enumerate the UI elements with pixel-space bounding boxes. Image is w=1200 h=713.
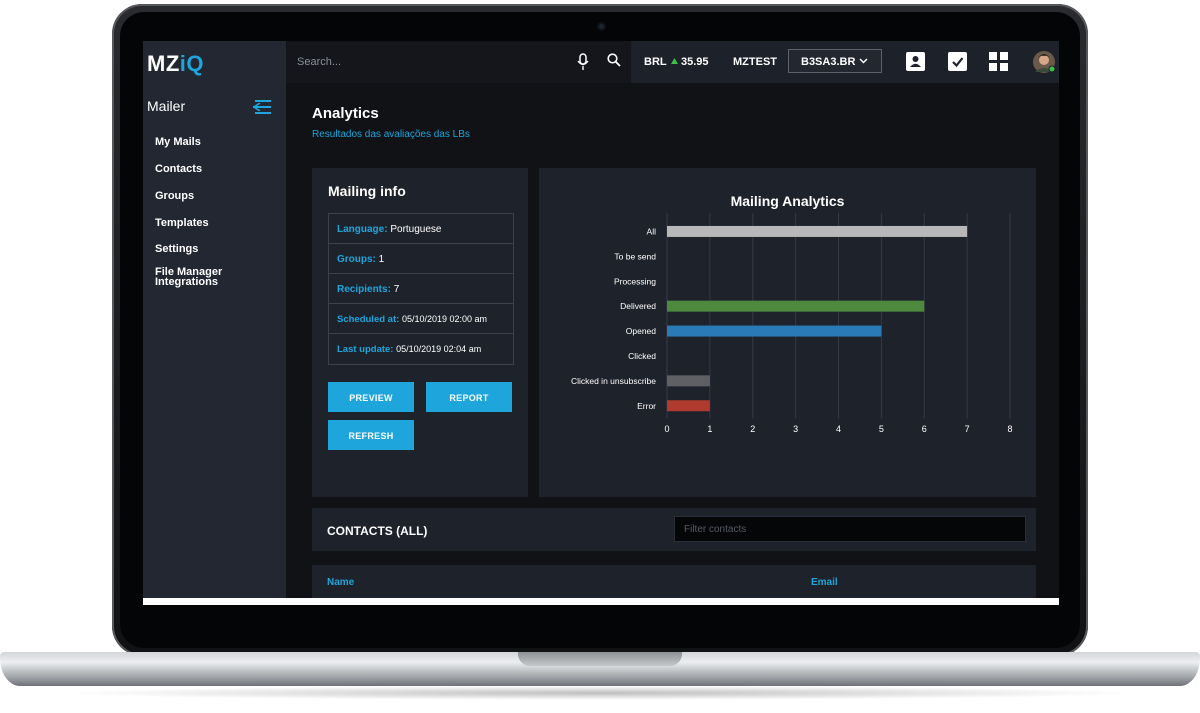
ticker-area: BRL 35.95 MZTEST B3SA3.BR (631, 41, 1059, 83)
x-tick-label: 5 (879, 424, 884, 434)
sidebar-item-templates[interactable]: Templates (155, 218, 209, 229)
column-header-name[interactable]: Name (327, 577, 354, 588)
screen: MZiQ Mailer My Mails Contacts Groups Tem… (143, 41, 1059, 598)
info-value: Portuguese (390, 224, 442, 235)
info-key: Last update: (337, 344, 394, 355)
collapse-menu-icon[interactable] (253, 100, 271, 114)
page-subtitle: Resultados das avaliações das LBs (312, 129, 470, 140)
currency-label: BRL (644, 56, 667, 68)
y-tick-label: All (647, 226, 657, 236)
search-icon[interactable] (607, 53, 621, 67)
y-tick-label: Opened (626, 326, 657, 336)
ticker-select-value: B3SA3.BR (801, 56, 856, 68)
chart-title: Mailing Analytics (730, 193, 845, 209)
info-row-recipients: Recipients: 7 (329, 274, 513, 304)
bar-error (667, 400, 710, 412)
mailing-info-title: Mailing info (328, 183, 406, 199)
triangle-up-icon (671, 58, 678, 64)
contacts-header-panel: CONTACTS (ALL) (312, 508, 1036, 551)
account-name: MZTEST (733, 56, 777, 68)
mailing-info-table: Language: Portuguese Groups: 1 Recipient… (328, 213, 514, 365)
preview-button[interactable]: PREVIEW (328, 382, 414, 412)
x-tick-label: 4 (836, 424, 841, 434)
y-tick-label: Clicked in unsubscribe (571, 376, 656, 386)
y-tick-label: Processing (614, 276, 656, 286)
info-row-groups: Groups: 1 (329, 244, 513, 274)
info-row-last-update: Last update: 05/10/2019 02:04 am (329, 334, 513, 364)
x-tick-label: 2 (750, 424, 755, 434)
info-key: Scheduled at: (337, 314, 400, 325)
x-tick-label: 8 (1007, 424, 1012, 434)
info-key: Recipients: (337, 284, 391, 295)
info-row-scheduled: Scheduled at: 05/10/2019 02:00 am (329, 304, 513, 334)
currency-value: 35.95 (681, 56, 709, 68)
main-content: Analytics Resultados das avaliações das … (286, 83, 1059, 598)
laptop-notch (518, 652, 682, 666)
info-value: 7 (393, 284, 400, 295)
info-key: Groups: (337, 254, 376, 265)
info-value: 05/10/2019 02:00 am (401, 314, 488, 324)
mailing-analytics-chart: 0 1 2 3 4 5 6 7 8 All To be send Processing Delivere… (571, 213, 1013, 434)
sidebar-item-groups[interactable]: Groups (155, 191, 194, 202)
x-tick-label: 7 (965, 424, 970, 434)
x-tick-label: 0 (664, 424, 669, 434)
page-title: Analytics (312, 105, 379, 122)
info-value: 1 (378, 254, 385, 265)
camera (597, 22, 606, 31)
sidebar-item-contacts[interactable]: Contacts (155, 164, 202, 175)
search-input[interactable] (297, 56, 557, 68)
contact-card-icon[interactable] (906, 52, 925, 71)
x-tick-label: 6 (922, 424, 927, 434)
bar-delivered (667, 300, 925, 312)
x-tick-label: 3 (793, 424, 798, 434)
info-key: Language: (337, 224, 388, 235)
ticker-select[interactable]: B3SA3.BR (788, 49, 882, 73)
checkbox-icon[interactable] (948, 52, 967, 71)
sidebar-item-my-mails[interactable]: My Mails (155, 137, 201, 148)
sidebar-item-integrations[interactable]: Integrations (155, 277, 218, 288)
x-tick-label: 1 (707, 424, 712, 434)
y-tick-label: To be send (614, 251, 656, 261)
grid-icon[interactable] (989, 52, 1008, 71)
contacts-title: CONTACTS (ALL) (327, 524, 428, 538)
filter-contacts-input[interactable] (674, 516, 1026, 542)
microphone-icon[interactable] (577, 53, 589, 71)
y-tick-label: Clicked (628, 351, 656, 361)
y-tick-label: Delivered (620, 301, 656, 311)
y-tick-label: Error (637, 401, 656, 411)
column-header-email[interactable]: Email (811, 577, 838, 588)
bar-opened (667, 325, 882, 337)
sidebar: MZiQ Mailer My Mails Contacts Groups Tem… (143, 41, 286, 598)
logo-main: MZ (147, 51, 180, 76)
laptop-shadow (60, 686, 1140, 700)
info-row-language: Language: Portuguese (329, 214, 513, 244)
mailing-analytics-panel: Mailing Analytics 0 1 2 3 4 5 6 7 8 All To be send… (539, 168, 1036, 497)
logo-accent: iQ (179, 51, 204, 76)
report-button[interactable]: REPORT (426, 382, 512, 412)
screen-bottom-edge (143, 598, 1059, 605)
contacts-table: Name Email (312, 565, 1036, 598)
sidebar-title: Mailer (147, 98, 186, 114)
info-value: 05/10/2019 02:04 am (396, 344, 482, 354)
chevron-down-icon (859, 58, 868, 64)
bar-clicked-in-unsubscribe (667, 375, 710, 387)
avatar[interactable] (1032, 50, 1056, 74)
bar-all (667, 225, 968, 237)
mailing-info-panel: Mailing info Language: Portuguese Groups… (312, 168, 528, 497)
sidebar-item-settings[interactable]: Settings (155, 244, 198, 255)
top-bar: BRL 35.95 MZTEST B3SA3.BR (286, 41, 1059, 83)
refresh-button[interactable]: REFRESH (328, 420, 414, 450)
logo[interactable]: MZiQ (147, 51, 204, 77)
